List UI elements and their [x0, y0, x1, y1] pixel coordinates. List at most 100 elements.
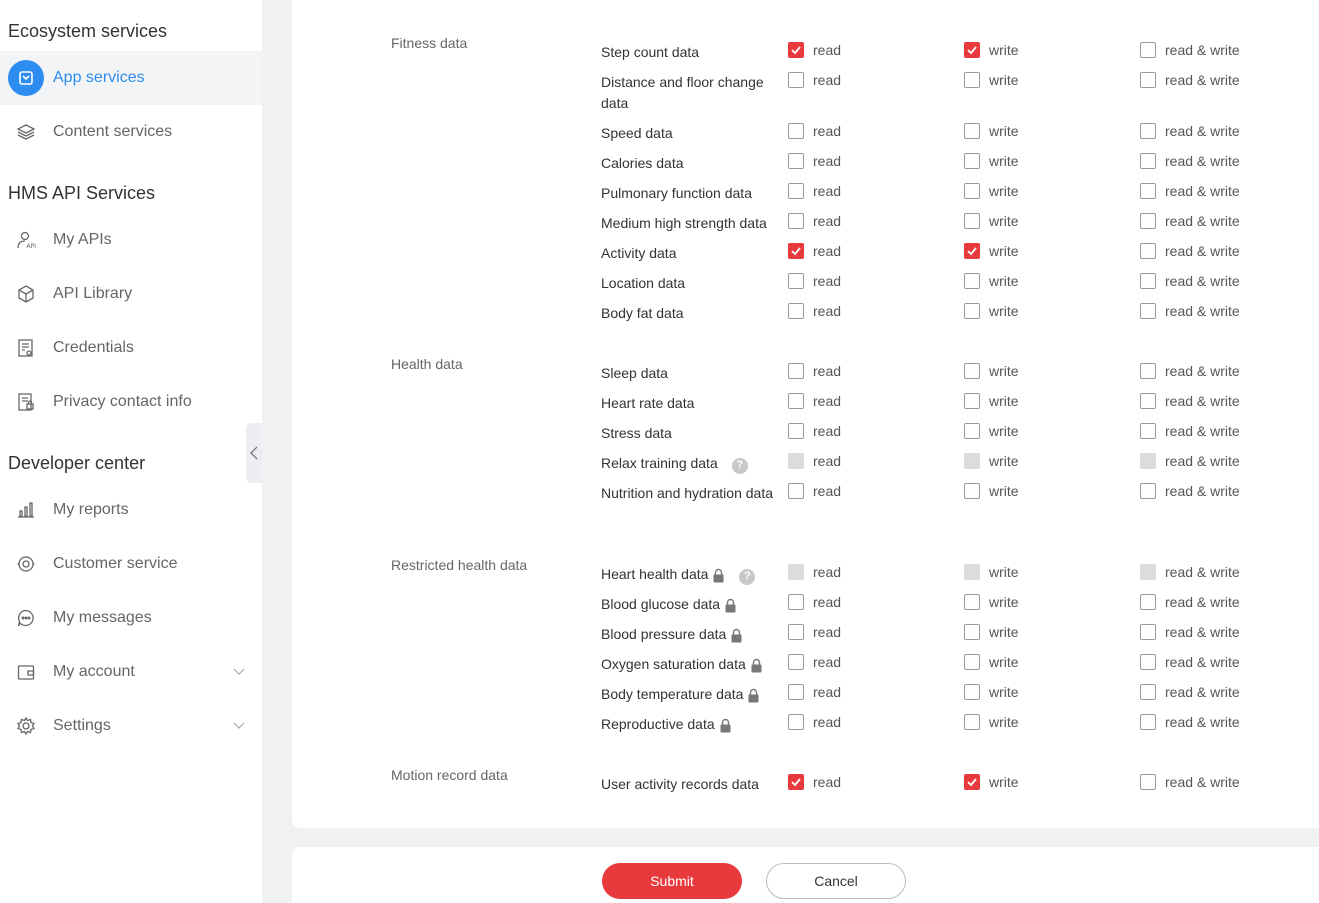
write-checkbox-option[interactable]: write	[964, 481, 1019, 501]
rw-checkbox-option[interactable]: read & write	[1140, 181, 1240, 201]
help-icon[interactable]: ?	[739, 568, 756, 585]
rw-checkbox-option[interactable]: read & write	[1140, 70, 1240, 90]
checkbox[interactable]	[1140, 303, 1156, 319]
checkbox[interactable]	[788, 213, 804, 229]
checkbox[interactable]	[1140, 393, 1156, 409]
checkbox[interactable]	[964, 714, 980, 730]
checkbox[interactable]	[964, 303, 980, 319]
checkbox[interactable]	[964, 213, 980, 229]
write-checkbox-option[interactable]: write	[964, 682, 1019, 702]
read-checkbox-option[interactable]: read	[788, 622, 841, 642]
checkbox[interactable]	[788, 624, 804, 640]
checkbox-checked[interactable]	[964, 774, 980, 790]
checkbox[interactable]	[788, 183, 804, 199]
sidebar-item-content-services[interactable]: Content services	[0, 105, 262, 159]
checkbox[interactable]	[1140, 273, 1156, 289]
checkbox-checked[interactable]	[964, 42, 980, 58]
read-checkbox-option[interactable]: read	[788, 592, 841, 612]
checkbox[interactable]	[1140, 213, 1156, 229]
sidebar-item-my-messages[interactable]: My messages	[0, 591, 262, 645]
checkbox[interactable]	[1140, 483, 1156, 499]
read-checkbox-option[interactable]: read	[788, 271, 841, 291]
sidebar-item-customer-service[interactable]: Customer service	[0, 537, 262, 591]
write-checkbox-option[interactable]: write	[964, 652, 1019, 672]
checkbox[interactable]	[964, 123, 980, 139]
read-checkbox-option[interactable]: read	[788, 301, 841, 321]
checkbox[interactable]	[788, 654, 804, 670]
rw-checkbox-option[interactable]: read & write	[1140, 712, 1240, 732]
read-checkbox-option[interactable]: read	[788, 772, 841, 792]
read-checkbox-option[interactable]: read	[788, 421, 841, 441]
checkbox[interactable]	[964, 72, 980, 88]
rw-checkbox-option[interactable]: read & write	[1140, 682, 1240, 702]
rw-checkbox-option[interactable]: read & write	[1140, 151, 1240, 171]
rw-checkbox-option[interactable]: read & write	[1140, 592, 1240, 612]
checkbox-checked[interactable]	[788, 42, 804, 58]
checkbox[interactable]	[1140, 624, 1156, 640]
help-icon[interactable]: ?	[731, 457, 748, 474]
rw-checkbox-option[interactable]: read & write	[1140, 481, 1240, 501]
checkbox[interactable]	[1140, 654, 1156, 670]
checkbox[interactable]	[788, 123, 804, 139]
read-checkbox-option[interactable]: read	[788, 211, 841, 231]
read-checkbox-option[interactable]: read	[788, 712, 841, 732]
checkbox-checked[interactable]	[788, 774, 804, 790]
sidebar-item-my-account[interactable]: My account	[0, 645, 262, 699]
rw-checkbox-option[interactable]: read & write	[1140, 241, 1240, 261]
rw-checkbox-option[interactable]: read & write	[1140, 622, 1240, 642]
checkbox[interactable]	[1140, 423, 1156, 439]
sidebar-item-settings[interactable]: Settings	[0, 699, 262, 753]
read-checkbox-option[interactable]: read	[788, 361, 841, 381]
rw-checkbox-option[interactable]: read & write	[1140, 361, 1240, 381]
checkbox[interactable]	[964, 183, 980, 199]
write-checkbox-option[interactable]: write	[964, 181, 1019, 201]
read-checkbox-option[interactable]: read	[788, 70, 841, 90]
rw-checkbox-option[interactable]: read & write	[1140, 391, 1240, 411]
checkbox[interactable]	[964, 363, 980, 379]
write-checkbox-option[interactable]: write	[964, 712, 1019, 732]
write-checkbox-option[interactable]: write	[964, 391, 1019, 411]
write-checkbox-option[interactable]: write	[964, 151, 1019, 171]
sidebar-item-privacy-contact[interactable]: Privacy contact info	[0, 375, 262, 429]
checkbox-checked[interactable]	[788, 243, 804, 259]
write-checkbox-option[interactable]: write	[964, 271, 1019, 291]
checkbox[interactable]	[1140, 684, 1156, 700]
checkbox[interactable]	[788, 72, 804, 88]
checkbox[interactable]	[964, 624, 980, 640]
sidebar-item-my-reports[interactable]: My reports	[0, 483, 262, 537]
checkbox[interactable]	[788, 684, 804, 700]
chevron-down-icon[interactable]	[232, 718, 246, 732]
sidebar-item-credentials[interactable]: Credentials	[0, 321, 262, 375]
checkbox[interactable]	[788, 303, 804, 319]
checkbox[interactable]	[788, 393, 804, 409]
checkbox[interactable]	[1140, 594, 1156, 610]
checkbox[interactable]	[1140, 363, 1156, 379]
checkbox[interactable]	[788, 483, 804, 499]
checkbox[interactable]	[964, 654, 980, 670]
read-checkbox-option[interactable]: read	[788, 241, 841, 261]
rw-checkbox-option[interactable]: read & write	[1140, 40, 1240, 60]
checkbox[interactable]	[1140, 183, 1156, 199]
read-checkbox-option[interactable]: read	[788, 682, 841, 702]
read-checkbox-option[interactable]: read	[788, 40, 841, 60]
sidebar-item-api-library[interactable]: API Library	[0, 267, 262, 321]
sidebar-item-app-services[interactable]: App services	[0, 51, 262, 105]
read-checkbox-option[interactable]: read	[788, 151, 841, 171]
write-checkbox-option[interactable]: write	[964, 772, 1019, 792]
checkbox[interactable]	[788, 273, 804, 289]
rw-checkbox-option[interactable]: read & write	[1140, 271, 1240, 291]
read-checkbox-option[interactable]: read	[788, 181, 841, 201]
read-checkbox-option[interactable]: read	[788, 481, 841, 501]
rw-checkbox-option[interactable]: read & write	[1140, 301, 1240, 321]
rw-checkbox-option[interactable]: read & write	[1140, 421, 1240, 441]
checkbox[interactable]	[1140, 774, 1156, 790]
checkbox[interactable]	[1140, 123, 1156, 139]
rw-checkbox-option[interactable]: read & write	[1140, 772, 1240, 792]
checkbox[interactable]	[788, 363, 804, 379]
sidebar-collapse-button[interactable]	[246, 423, 262, 483]
checkbox[interactable]	[788, 594, 804, 610]
checkbox[interactable]	[788, 423, 804, 439]
write-checkbox-option[interactable]: write	[964, 70, 1019, 90]
read-checkbox-option[interactable]: read	[788, 652, 841, 672]
write-checkbox-option[interactable]: write	[964, 241, 1019, 261]
